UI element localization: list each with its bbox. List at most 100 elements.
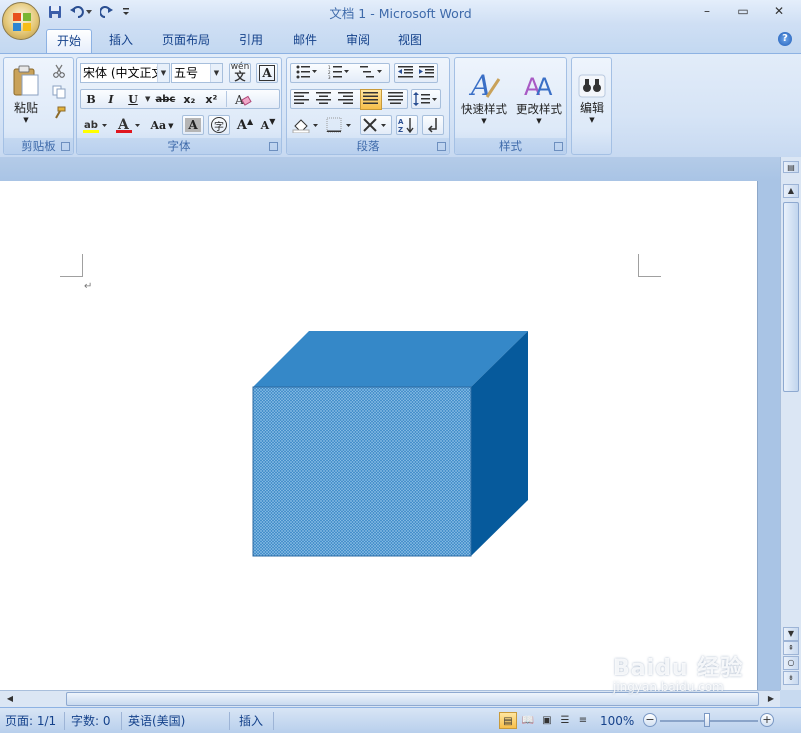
copy-icon[interactable] [49,83,69,101]
zoom-in-icon[interactable]: + [760,713,774,727]
word-count[interactable]: 字数: 0 [71,711,111,731]
language-indicator[interactable]: 英语(美国) [128,711,185,731]
svg-text:A: A [398,118,404,126]
phonetic-guide-icon[interactable]: wén 文 [229,63,251,83]
styles-group-label: 样式 [455,138,566,154]
clipboard-launcher-icon[interactable] [61,142,70,151]
decrease-indent-icon[interactable] [397,65,414,82]
tab-page-layout[interactable]: 页面布局 [152,29,220,53]
cut-icon[interactable] [49,62,69,80]
indent-buttons [394,63,438,83]
baidu-watermark: Baidu 经验 jingyan.baidu.com [613,650,743,694]
font-launcher-icon[interactable] [269,142,278,151]
change-case-button[interactable]: Aa ▼ [147,115,177,135]
next-page-icon[interactable]: ⇟ [783,671,799,685]
clear-formatting-icon[interactable]: A [231,90,255,108]
sort-icon[interactable]: AZ [396,115,418,135]
chevron-down-icon: ▼ [589,115,595,124]
browse-object-icon[interactable]: ○ [783,656,799,670]
align-left-icon[interactable] [294,91,310,108]
character-shading-icon[interactable]: A [182,115,204,135]
scroll-up-icon[interactable]: ▲ [783,184,799,198]
vertical-scroll-thumb[interactable] [783,202,799,392]
cube-front-face [252,386,472,557]
margin-corner-top-left [60,254,83,277]
enclose-characters-icon[interactable]: 字 [208,115,230,135]
tab-references[interactable]: 引用 [229,29,273,53]
previous-page-icon[interactable]: ⇞ [783,641,799,655]
ruler-toggle-icon[interactable]: ▤ [783,161,799,173]
cube-shape[interactable] [252,330,530,557]
chevron-down-icon: ▼ [23,115,29,124]
font-color-icon[interactable]: A [113,115,143,135]
scroll-left-icon[interactable]: ◀ [2,692,18,706]
paste-button[interactable]: 粘贴 ▼ [8,61,44,127]
vertical-scrollbar[interactable]: ▤ ▲ ▼ ⇞ ○ ⇟ [780,157,801,690]
paragraph-launcher-icon[interactable] [437,142,446,151]
change-styles-button[interactable]: A A 更改样式 ▼ [512,61,566,133]
help-icon[interactable]: ? [778,32,792,46]
font-name-dropdown[interactable]: 宋体 (中文正文) ▼ [80,63,170,83]
shrink-font-button[interactable]: A ▼ [257,115,279,135]
asian-layout-icon[interactable] [360,115,392,135]
grow-font-button[interactable]: A ▲ [234,115,256,135]
bullets-icon[interactable] [296,65,318,82]
line-spacing-icon[interactable] [411,89,441,109]
zoom-level[interactable]: 100% [600,711,634,731]
scroll-right-icon[interactable]: ▶ [763,692,779,706]
align-right-icon[interactable] [338,91,354,108]
italic-button[interactable]: I [101,90,121,108]
borders-icon[interactable] [324,115,356,135]
justify-icon[interactable] [360,88,382,110]
distributed-icon[interactable] [388,91,404,108]
underline-button[interactable]: U [121,90,145,108]
subscript-button[interactable]: x₂ [178,90,200,108]
outline-view-icon[interactable]: ☰ [556,712,574,729]
full-screen-reading-icon[interactable]: 📖 [519,712,537,729]
numbering-icon[interactable]: 123 [328,65,350,82]
quick-styles-button[interactable]: A 快速样式 ▼ [457,61,511,133]
change-case-label: Aa [150,118,167,132]
format-painter-icon[interactable] [49,104,69,122]
close-button[interactable]: ✕ [761,2,797,20]
increase-indent-icon[interactable] [418,65,435,82]
tab-review[interactable]: 审阅 [336,29,380,53]
tab-home[interactable]: 开始 [46,29,93,53]
chevron-down-icon: ▼ [481,117,487,125]
styles-launcher-icon[interactable] [554,142,563,151]
document-page[interactable]: ↵ [0,181,758,690]
shading-icon[interactable] [290,115,322,135]
highlight-color-icon[interactable]: ab [80,115,110,135]
minimize-button[interactable]: – [689,2,725,20]
bold-button[interactable]: B [81,90,101,108]
web-layout-view-icon[interactable]: ▣ [538,712,556,729]
superscript-button[interactable]: x² [200,90,222,108]
font-size-dropdown[interactable]: 五号 ▼ [171,63,223,83]
page-count[interactable]: 页面: 1/1 [5,711,56,731]
draft-view-icon[interactable]: ≡ [574,712,592,729]
align-center-icon[interactable] [316,91,332,108]
editing-button[interactable]: 编辑 ▼ [574,61,610,133]
tab-view[interactable]: 视图 [388,29,432,53]
scroll-down-icon[interactable]: ▼ [783,627,799,641]
insert-mode-indicator[interactable]: 插入 [239,711,263,731]
alignment-buttons [290,88,408,110]
tab-insert[interactable]: 插入 [99,29,143,53]
zoom-slider-thumb[interactable] [704,713,710,727]
office-button[interactable] [2,2,40,40]
horizontal-scroll-thumb[interactable] [66,692,759,706]
group-paragraph: 123 A Z 段落 [286,57,450,155]
chevron-down-icon[interactable]: ▼ [145,95,150,103]
show-marks-icon[interactable] [422,115,444,135]
print-layout-view-icon[interactable]: ▤ [499,712,517,729]
character-border-icon[interactable]: A [256,63,278,83]
ribbon-tabs: 开始 插入 页面布局 引用 邮件 审阅 视图 ? [0,24,801,53]
chevron-down-icon: ▼ [168,120,174,130]
tab-mailings[interactable]: 邮件 [283,29,327,53]
group-editing: 编辑 ▼ [571,57,612,155]
maximize-button[interactable]: ▭ [725,2,761,20]
strikethrough-button[interactable]: abc [152,90,178,108]
zoom-out-icon[interactable]: − [643,713,657,727]
multilevel-list-icon[interactable] [360,65,384,82]
chevron-down-icon: ▼ [157,64,169,82]
